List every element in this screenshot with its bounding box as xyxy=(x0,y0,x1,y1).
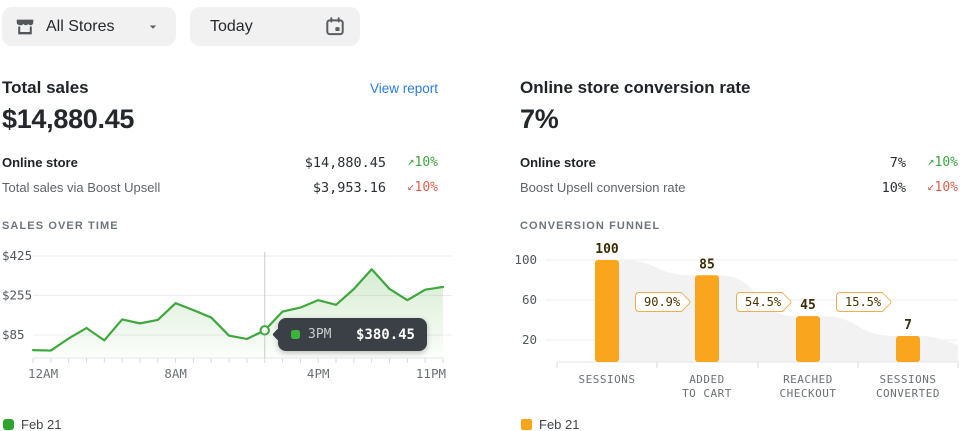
category-label: SESSIONS xyxy=(880,373,937,386)
conversion-panel-title: Online store conversion rate xyxy=(520,78,751,98)
arrow-up-icon: ↗ xyxy=(407,154,414,168)
sales-over-time-header: SALES OVER TIME xyxy=(2,220,119,232)
arrow-down-icon: ↙ xyxy=(927,179,934,193)
date-range-button[interactable]: Today xyxy=(190,7,360,46)
metric-value: 7% xyxy=(890,155,906,171)
y-axis-label: 100 xyxy=(514,252,537,267)
date-range-label: Today xyxy=(210,18,253,36)
conversion-funnel-chart[interactable]: 100 60 20 100 85 45 7 SESSIONS ADDEDTO CART REACH… xyxy=(510,240,960,410)
x-axis-label: 8AM xyxy=(164,366,187,381)
bar-value-label: 7 xyxy=(904,318,912,333)
y-axis-label: $425 xyxy=(2,248,32,263)
y-axis-label: 20 xyxy=(522,332,537,347)
category-label: ADDED xyxy=(689,373,725,386)
series-color-swatch xyxy=(291,330,300,339)
metric-row-online-store-rate: Online store 7% ↗10% xyxy=(520,150,958,175)
legend-label: Feb 21 xyxy=(21,417,61,431)
metric-change-down: ↙10% xyxy=(386,180,438,195)
sales-chart-legend: Feb 21 xyxy=(3,417,61,431)
funnel-bar[interactable] xyxy=(896,336,920,362)
view-report-link[interactable]: View report xyxy=(370,81,438,96)
funnel-bar[interactable] xyxy=(595,260,619,362)
metric-row-boost-upsell-sales: Total sales via Boost Upsell $3,953.16 ↙… xyxy=(2,175,438,200)
metric-label: Boost Upsell conversion rate xyxy=(520,180,882,195)
store-selector-label: All Stores xyxy=(46,18,114,36)
legend-label: Feb 21 xyxy=(539,417,579,431)
metric-change-down: ↙10% xyxy=(906,180,958,195)
arrow-up-icon: ↗ xyxy=(927,154,934,168)
funnel-bar[interactable] xyxy=(796,316,820,362)
bar-value-label: 100 xyxy=(595,242,619,257)
legend-swatch-orange xyxy=(521,419,532,430)
y-axis-label: $255 xyxy=(2,288,32,303)
funnel-bar[interactable] xyxy=(695,275,719,362)
legend-swatch-green xyxy=(3,419,14,430)
x-axis-label: 11PM xyxy=(416,366,446,381)
metric-change-up: ↗10% xyxy=(906,155,958,170)
category-label: SESSIONS xyxy=(579,373,636,386)
conversion-rate-badge: 54.5% xyxy=(736,292,783,312)
x-axis-label: 12AM xyxy=(28,366,58,381)
chevron-down-icon xyxy=(146,20,160,34)
metric-label: Online store xyxy=(2,155,305,170)
metric-change-up: ↗10% xyxy=(386,155,438,170)
category-label: REACHED xyxy=(783,373,833,386)
tooltip-value: $380.45 xyxy=(356,327,415,343)
conversion-rate-badge: 90.9% xyxy=(635,292,682,312)
metric-row-boost-upsell-rate: Boost Upsell conversion rate 10% ↙10% xyxy=(520,175,958,200)
arrow-down-icon: ↙ xyxy=(407,179,414,193)
funnel-chart-legend: Feb 21 xyxy=(521,417,579,431)
x-axis-label: 4PM xyxy=(307,366,330,381)
conversion-rate-badge: 15.5% xyxy=(836,292,883,312)
conversion-funnel-header: CONVERSION FUNNEL xyxy=(520,220,660,232)
metric-value: 10% xyxy=(882,180,906,196)
metric-value: $14,880.45 xyxy=(305,155,386,171)
store-selector-button[interactable]: All Stores xyxy=(2,7,176,46)
chart-tooltip: 3PM $380.45 xyxy=(278,318,427,351)
metric-row-online-store: Online store $14,880.45 ↗10% xyxy=(2,150,438,175)
metric-label: Total sales via Boost Upsell xyxy=(2,180,313,195)
calendar-icon xyxy=(324,16,346,38)
sales-panel-title: Total sales xyxy=(2,78,89,98)
metric-value: $3,953.16 xyxy=(313,180,386,196)
y-axis-label: 60 xyxy=(522,292,537,307)
storefront-icon xyxy=(14,16,36,38)
total-sales-amount: $14,880.45 xyxy=(2,104,134,135)
funnel-chart-svg[interactable]: 100 60 20 100 85 45 7 SESSIONS ADDEDTO CART REACH… xyxy=(510,240,960,410)
category-label: CONVERTED xyxy=(876,387,940,400)
bar-value-label: 85 xyxy=(699,257,715,272)
bar-value-label: 45 xyxy=(800,298,816,313)
y-axis-label: $85 xyxy=(2,327,25,342)
tooltip-time-label: 3PM xyxy=(308,327,348,342)
hover-point-marker xyxy=(261,326,269,334)
metric-label: Online store xyxy=(520,155,890,170)
category-label: CHECKOUT xyxy=(780,387,837,400)
conversion-rate-value: 7% xyxy=(520,104,558,135)
category-label: TO CART xyxy=(682,387,732,400)
